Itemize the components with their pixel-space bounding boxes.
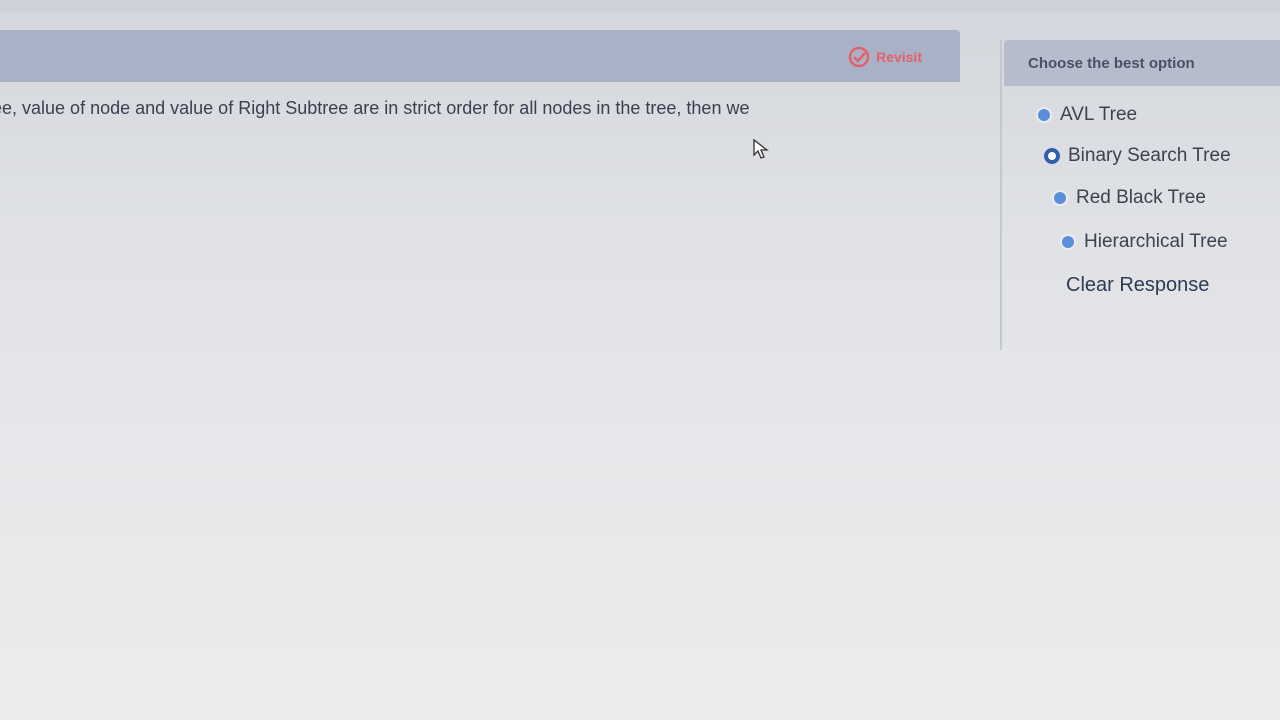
radio-button-selected-icon[interactable] xyxy=(1044,148,1060,164)
browser-top-strip xyxy=(0,0,1280,12)
options-panel-title: Choose the best option xyxy=(1028,54,1195,72)
mouse-pointer-icon xyxy=(753,138,769,159)
clear-response-button[interactable]: Clear Response xyxy=(1066,274,1209,297)
option-binary-search-tree[interactable]: Binary Search Tree xyxy=(1044,145,1231,167)
option-label: Binary Search Tree xyxy=(1068,145,1231,166)
revisit-icon xyxy=(848,46,870,68)
revisit-label: Revisit xyxy=(876,49,922,65)
revisit-button[interactable]: Revisit xyxy=(848,46,922,68)
radio-button-icon[interactable] xyxy=(1036,107,1052,123)
question-text: ee, value of node and value of Right Sub… xyxy=(0,98,750,118)
option-hierarchical-tree[interactable]: Hierarchical Tree xyxy=(1060,231,1228,253)
options-panel-header: Choose the best option xyxy=(1004,40,1280,86)
option-red-black-tree[interactable]: Red Black Tree xyxy=(1052,187,1206,209)
option-label: Red Black Tree xyxy=(1076,187,1206,208)
radio-button-icon[interactable] xyxy=(1060,234,1076,250)
option-avl-tree[interactable]: AVL Tree xyxy=(1036,104,1137,126)
radio-button-icon[interactable] xyxy=(1052,190,1068,206)
question-header-bar: Revisit xyxy=(0,30,960,82)
option-label: Hierarchical Tree xyxy=(1084,231,1228,252)
option-label: AVL Tree xyxy=(1060,104,1138,125)
